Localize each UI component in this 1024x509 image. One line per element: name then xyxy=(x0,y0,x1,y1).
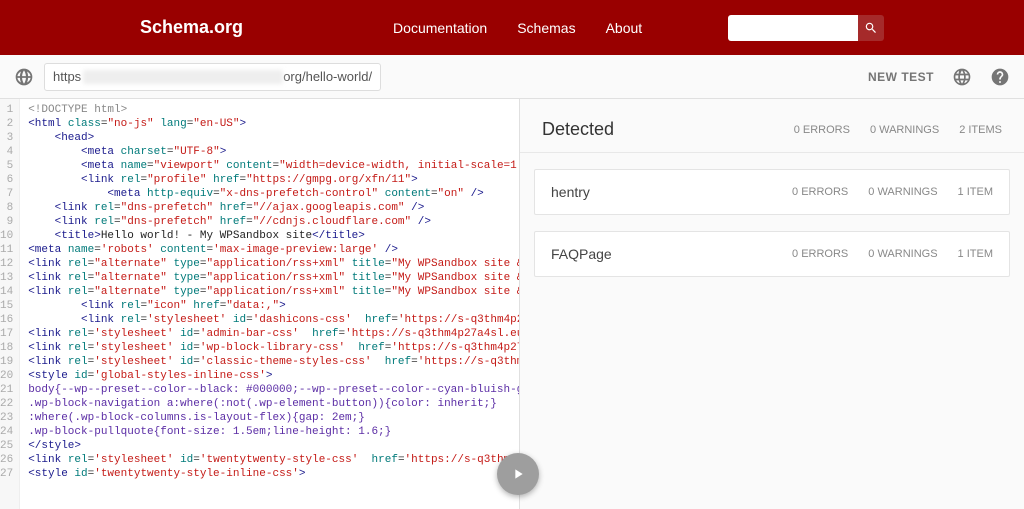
result-name: hentry xyxy=(551,184,792,200)
results-header: Detected 0 ERRORS 0 WARNINGS 2 ITEMS xyxy=(520,99,1024,153)
row-warnings: 0 WARNINGS xyxy=(868,248,937,260)
results-list: hentry 0 ERRORS 0 WARNINGS 1 ITEM FAQPag… xyxy=(520,169,1024,277)
search-button[interactable] xyxy=(858,15,884,41)
row-warnings: 0 WARNINGS xyxy=(868,186,937,198)
result-row-hentry[interactable]: hentry 0 ERRORS 0 WARNINGS 1 ITEM xyxy=(534,169,1010,215)
new-test-button[interactable]: NEW TEST xyxy=(868,70,934,84)
results-heading: Detected xyxy=(542,119,794,140)
line-gutter: 1234567891011121314151617181920212223242… xyxy=(0,99,20,509)
help-icon[interactable] xyxy=(990,67,1010,87)
row-items: 1 ITEM xyxy=(958,186,993,198)
url-scheme: https xyxy=(53,69,81,84)
search-input[interactable] xyxy=(728,15,858,41)
url-suffix: org/hello-world/ xyxy=(283,69,372,84)
language-icon[interactable] xyxy=(952,67,972,87)
summary-items: 2 ITEMS xyxy=(959,124,1002,136)
summary-warnings: 0 WARNINGS xyxy=(870,124,939,136)
toolbar: https org/hello-world/ NEW TEST xyxy=(0,55,1024,99)
summary-errors: 0 ERRORS xyxy=(794,124,850,136)
nav-schemas[interactable]: Schemas xyxy=(517,20,575,36)
code-pane[interactable]: 1234567891011121314151617181920212223242… xyxy=(0,99,520,509)
url-redacted xyxy=(83,70,283,84)
summary-stats: 0 ERRORS 0 WARNINGS 2 ITEMS xyxy=(794,124,1002,136)
run-button[interactable] xyxy=(497,453,539,495)
row-stats: 0 ERRORS 0 WARNINGS 1 ITEM xyxy=(792,186,993,198)
search-form xyxy=(728,15,884,41)
play-icon xyxy=(510,466,526,482)
search-icon xyxy=(864,21,878,35)
site-header: Schema.org Documentation Schemas About xyxy=(0,0,1024,55)
result-row-faqpage[interactable]: FAQPage 0 ERRORS 0 WARNINGS 1 ITEM xyxy=(534,231,1010,277)
result-name: FAQPage xyxy=(551,246,792,262)
nav-documentation[interactable]: Documentation xyxy=(393,20,487,36)
primary-nav: Documentation Schemas About xyxy=(393,20,642,36)
globe-icon xyxy=(14,67,34,87)
url-input[interactable]: https org/hello-world/ xyxy=(44,63,381,91)
main: 1234567891011121314151617181920212223242… xyxy=(0,99,1024,509)
row-errors: 0 ERRORS xyxy=(792,186,848,198)
row-stats: 0 ERRORS 0 WARNINGS 1 ITEM xyxy=(792,248,993,260)
results-pane: Detected 0 ERRORS 0 WARNINGS 2 ITEMS hen… xyxy=(520,99,1024,509)
row-items: 1 ITEM xyxy=(958,248,993,260)
nav-about[interactable]: About xyxy=(606,20,643,36)
site-logo[interactable]: Schema.org xyxy=(140,17,243,38)
row-errors: 0 ERRORS xyxy=(792,248,848,260)
code-content: <!DOCTYPE html><html class="no-js" lang=… xyxy=(20,99,519,509)
